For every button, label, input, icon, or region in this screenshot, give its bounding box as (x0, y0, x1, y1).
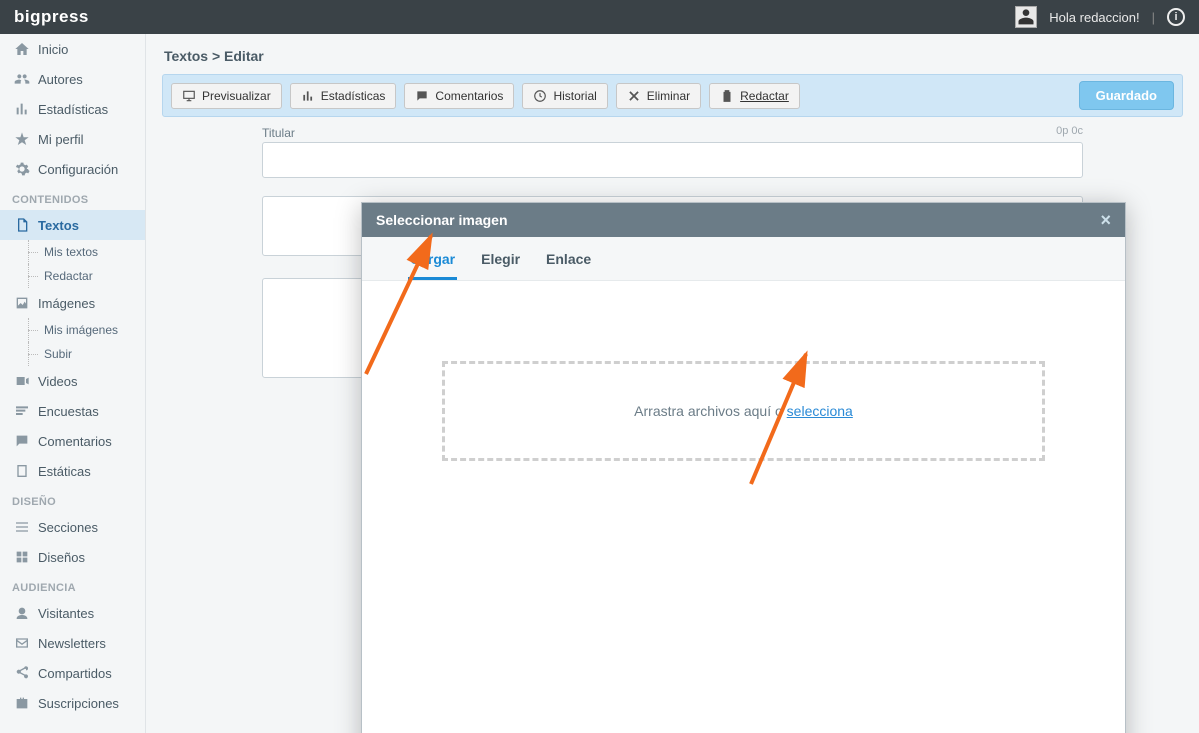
section-audiencia-label: AUDIENCIA (0, 572, 145, 598)
counter-1: 0p 0c (1056, 125, 1083, 137)
dropzone-text: Arrastra archivos aquí o (634, 403, 787, 419)
page-icon (14, 463, 30, 479)
document-icon (14, 217, 30, 233)
image-icon (14, 295, 30, 311)
breadcrumb: Textos > Editar (162, 44, 1183, 74)
sidebar-item-encuestas[interactable]: Encuestas (0, 396, 145, 426)
comentarios-button[interactable]: Comentarios (404, 83, 514, 109)
estadisticas-button[interactable]: Estadísticas (290, 83, 397, 109)
modal-body: Arrastra archivos aquí o selecciona (362, 281, 1125, 733)
users-icon (14, 71, 30, 87)
toolbar: Previsualizar Estadísticas Comentarios H… (162, 74, 1183, 117)
avatar[interactable] (1015, 6, 1037, 28)
guardado-button[interactable]: Guardado (1079, 81, 1174, 110)
main-content: Textos > Editar Previsualizar Estadístic… (146, 34, 1199, 733)
sidebar-item-imagenes[interactable]: Imágenes (0, 288, 145, 318)
sidebar-sub-mistextos[interactable]: Mis textos (0, 240, 145, 264)
topbar: bigpress Hola redaccion! | i (0, 0, 1199, 34)
sidebar-item-textos[interactable]: Textos (0, 210, 145, 240)
separator: | (1152, 10, 1155, 25)
clipboard-icon (720, 89, 734, 103)
monitor-icon (182, 89, 196, 103)
sidebar-item-autores[interactable]: Autores (0, 64, 145, 94)
sidebar-item-configuracion[interactable]: Configuración (0, 154, 145, 184)
sidebar-sub-redactar[interactable]: Redactar (0, 264, 145, 288)
poll-icon (14, 403, 30, 419)
modal-header: Seleccionar imagen × (362, 203, 1125, 237)
visitor-icon (14, 605, 30, 621)
sidebar-item-compartidos[interactable]: Compartidos (0, 658, 145, 688)
tab-enlace[interactable]: Enlace (544, 245, 593, 280)
brand-logo[interactable]: bigpress (14, 7, 89, 27)
sidebar-item-comentarios[interactable]: Comentarios (0, 426, 145, 456)
x-icon (627, 89, 641, 103)
info-icon[interactable]: i (1167, 8, 1185, 26)
sidebar-item-miperfil[interactable]: Mi perfil (0, 124, 145, 154)
modal-title: Seleccionar imagen (376, 212, 508, 228)
greeting-text: Hola redaccion! (1049, 10, 1139, 25)
titular-label: Titular (262, 126, 295, 140)
comment-icon (14, 433, 30, 449)
sidebar-item-videos[interactable]: Videos (0, 366, 145, 396)
historial-button[interactable]: Historial (522, 83, 607, 109)
sidebar-item-inicio[interactable]: Inicio (0, 34, 145, 64)
sidebar-item-secciones[interactable]: Secciones (0, 512, 145, 542)
star-icon (14, 131, 30, 147)
sidebar-item-visitantes[interactable]: Visitantes (0, 598, 145, 628)
sidebar-item-estaticas[interactable]: Estáticas (0, 456, 145, 486)
sidebar-sub-subir[interactable]: Subir (0, 342, 145, 366)
tab-cargar[interactable]: Cargar (408, 245, 457, 280)
section-diseno-label: DISEÑO (0, 486, 145, 512)
tab-elegir[interactable]: Elegir (479, 245, 522, 280)
close-icon[interactable]: × (1100, 211, 1111, 229)
bubble-icon (415, 89, 429, 103)
mail-icon (14, 635, 30, 651)
video-icon (14, 373, 30, 389)
titular-input[interactable] (262, 142, 1083, 178)
home-icon (14, 41, 30, 57)
sidebar-item-estadisticas[interactable]: Estadísticas (0, 94, 145, 124)
dropzone[interactable]: Arrastra archivos aquí o selecciona (442, 361, 1045, 461)
sidebar-sub-misimagenes[interactable]: Mis imágenes (0, 318, 145, 342)
modal-tabs: Cargar Elegir Enlace (362, 237, 1125, 281)
sidebar-item-disenos[interactable]: Diseños (0, 542, 145, 572)
chart-icon (14, 101, 30, 117)
sidebar-item-newsletters[interactable]: Newsletters (0, 628, 145, 658)
sidebar-item-suscripciones[interactable]: Suscripciones (0, 688, 145, 718)
previsualizar-button[interactable]: Previsualizar (171, 83, 282, 109)
image-select-modal: Seleccionar imagen × Cargar Elegir Enlac… (361, 202, 1126, 733)
history-icon (533, 89, 547, 103)
sidebar: Inicio Autores Estadísticas Mi perfil Co… (0, 34, 146, 733)
bars-icon (301, 89, 315, 103)
briefcase-icon (14, 695, 30, 711)
list-icon (14, 519, 30, 535)
redactar-button[interactable]: Redactar (709, 83, 800, 109)
share-icon (14, 665, 30, 681)
eliminar-button[interactable]: Eliminar (616, 83, 701, 109)
dropzone-select-link[interactable]: selecciona (787, 403, 853, 419)
gear-icon (14, 161, 30, 177)
grid-icon (14, 549, 30, 565)
section-contenidos-label: CONTENIDOS (0, 184, 145, 210)
